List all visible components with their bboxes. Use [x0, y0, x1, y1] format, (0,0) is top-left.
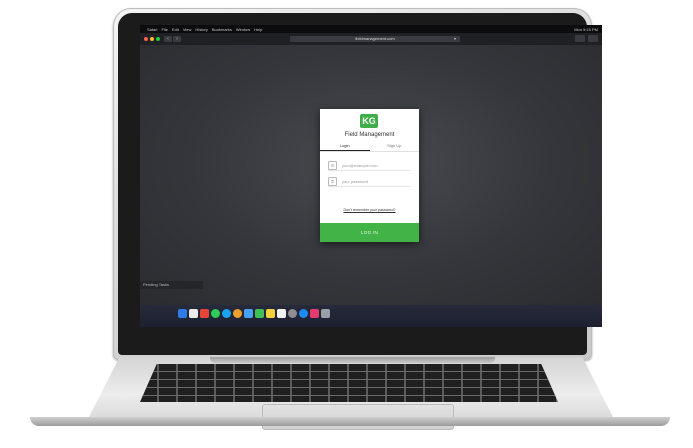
chevron-down-icon: ▾	[453, 36, 456, 41]
clock-text[interactable]: Mon 5:15 PM	[574, 27, 598, 32]
minimize-window-button[interactable]	[150, 37, 154, 41]
share-button[interactable]	[575, 35, 585, 42]
safari-icon[interactable]	[233, 309, 242, 318]
menu-item-file[interactable]: File	[161, 27, 167, 32]
numbers-icon[interactable]	[255, 309, 264, 318]
mail-icon[interactable]	[244, 309, 253, 318]
dock	[140, 305, 602, 327]
login-title: Field Management	[344, 132, 395, 138]
pending-tasks-tab[interactable]: Pending Tasks	[140, 281, 203, 289]
trash-icon[interactable]	[321, 309, 330, 318]
toolbar-right	[575, 35, 598, 42]
dock-icons	[178, 309, 330, 318]
screen: Safari File Edit View History Bookmarks …	[140, 25, 602, 327]
launchpad-icon[interactable]	[189, 309, 198, 318]
menu-bar: Safari File Edit View History Bookmarks …	[140, 25, 602, 33]
email-placeholder: your@example.com	[342, 162, 378, 168]
settings-icon[interactable]	[288, 309, 297, 318]
auth-tabs: Login Sign Up	[320, 142, 419, 152]
forward-button[interactable]: ›	[173, 36, 181, 42]
address-bar[interactable]: fieldmanagement.com ▾	[290, 36, 460, 42]
appstore-icon[interactable]	[299, 309, 308, 318]
menu-item-safari[interactable]: Safari	[147, 27, 157, 32]
email-field[interactable]: ✉ your@example.com	[328, 160, 411, 171]
menu-item-help[interactable]: Help	[254, 27, 262, 32]
menu-item-window[interactable]: Window	[236, 27, 250, 32]
keyboard-rows	[140, 364, 558, 402]
skype-icon[interactable]	[222, 309, 231, 318]
menu-item-history[interactable]: History	[195, 27, 207, 32]
password-field[interactable]: ⚿ your password	[328, 176, 411, 187]
password-placeholder: your password	[342, 178, 369, 184]
zoom-window-button[interactable]	[156, 37, 160, 41]
login-button[interactable]: LOG IN	[320, 223, 419, 242]
laptop-hinge	[210, 357, 495, 363]
browser-toolbar: ‹ › fieldmanagement.com ▾	[140, 33, 602, 45]
menu-item-bookmarks[interactable]: Bookmarks	[212, 27, 232, 32]
menu-item-view[interactable]: View	[183, 27, 192, 32]
address-text: fieldmanagement.com	[355, 36, 395, 41]
lock-icon: ⚿	[328, 176, 337, 186]
forgot-password-link[interactable]: Don't remember your password?	[320, 208, 419, 212]
app-logo: KG	[360, 114, 378, 128]
window-controls	[144, 37, 160, 41]
mail-icon: ✉	[328, 160, 337, 170]
photos-icon[interactable]	[266, 309, 275, 318]
whatsapp-icon[interactable]	[211, 309, 220, 318]
menu-item-edit[interactable]: Edit	[172, 27, 179, 32]
close-window-button[interactable]	[144, 37, 148, 41]
tab-login[interactable]: Login	[320, 142, 370, 151]
tab-signup[interactable]: Sign Up	[370, 142, 420, 151]
laptop-front-edge	[30, 417, 670, 426]
music-icon[interactable]	[310, 309, 319, 318]
status-area: Mon 5:15 PM	[574, 27, 602, 32]
login-card: KG Field Management Login Sign Up ✉ your…	[320, 109, 419, 242]
chrome-icon[interactable]	[200, 309, 209, 318]
tabs-button[interactable]	[588, 35, 598, 42]
calendar-icon[interactable]	[277, 309, 286, 318]
finder-icon[interactable]	[178, 309, 187, 318]
back-button[interactable]: ‹	[164, 36, 172, 42]
